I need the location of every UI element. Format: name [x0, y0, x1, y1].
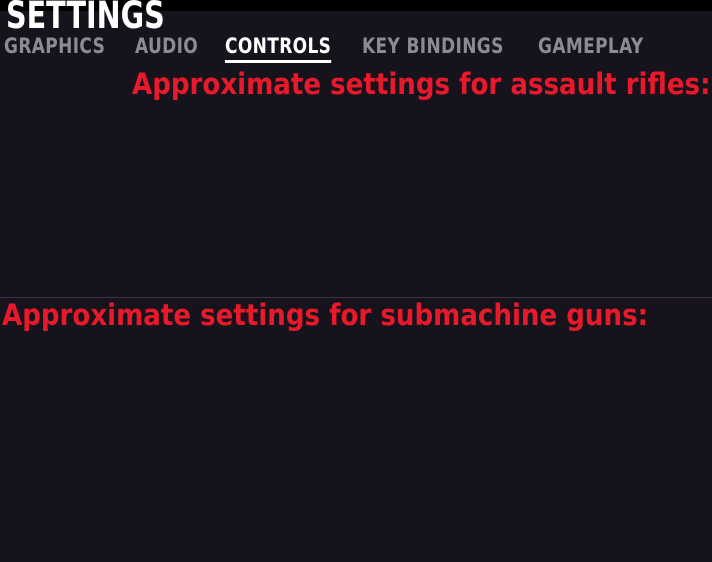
settings-panel-submachine-guns [0, 298, 712, 562]
tab-label: GRAPHICS [4, 34, 106, 58]
settings-tab-bar: GRAPHICS AUDIO CONTROLS KEY BINDINGS GAMEPLA… [4, 34, 666, 63]
annotation-submachine-guns: Approximate settings for submachine guns… [2, 298, 649, 332]
tab-gameplay[interactable]: GAMEPLAY [538, 35, 653, 57]
tab-key-bindings[interactable]: KEY BINDINGS [362, 35, 514, 57]
settings-screen: SETTINGS GRAPHICS AUDIO CONTROLS KEY BINDIN… [0, 0, 712, 562]
tab-label: AUDIO [135, 34, 199, 58]
settings-header: SETTINGS GRAPHICS AUDIO CONTROLS KEY BINDIN… [0, 0, 712, 68]
tab-graphics[interactable]: GRAPHICS [4, 35, 115, 57]
annotation-assault-rifles: Approximate settings for assault rifles: [132, 67, 711, 101]
active-tab-underline [224, 60, 331, 63]
tab-audio[interactable]: AUDIO [135, 35, 208, 57]
tab-controls[interactable]: CONTROLS [224, 34, 341, 63]
page-title: SETTINGS [6, 0, 165, 37]
tab-label: KEY BINDINGS [361, 34, 504, 58]
tab-label: GAMEPLAY [538, 34, 644, 58]
tab-label: CONTROLS [224, 34, 331, 58]
